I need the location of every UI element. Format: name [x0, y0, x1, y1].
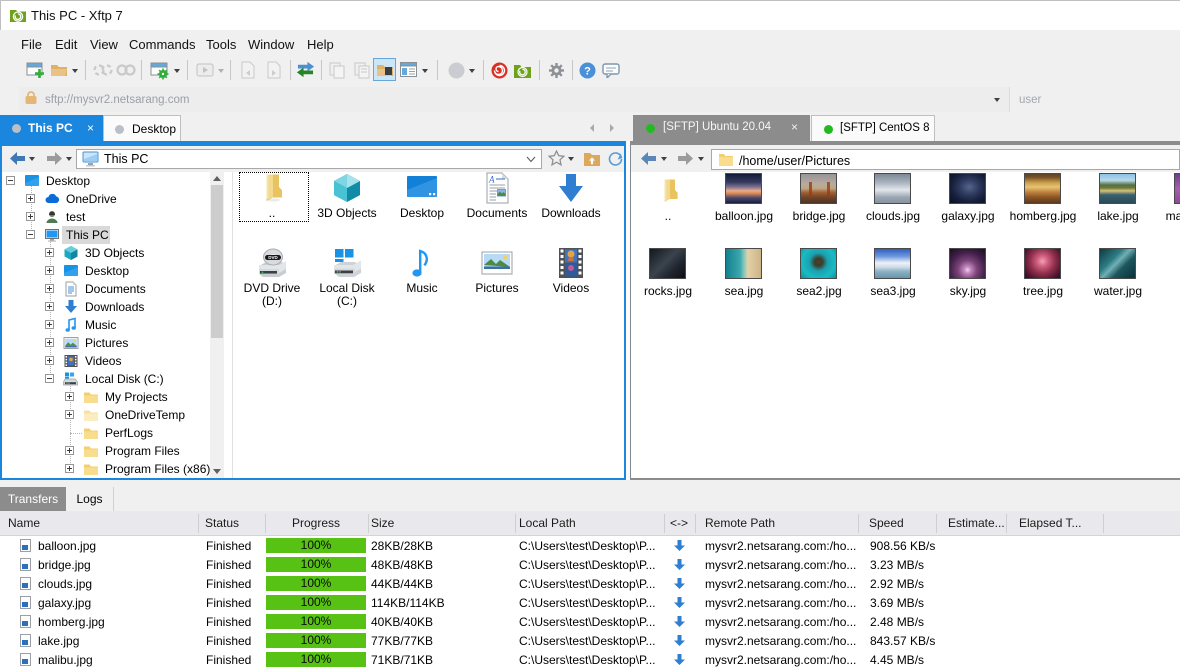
- svg-text:A: A: [488, 175, 495, 185]
- svg-text:DVD: DVD: [268, 255, 278, 260]
- svg-text:?: ?: [584, 66, 591, 78]
